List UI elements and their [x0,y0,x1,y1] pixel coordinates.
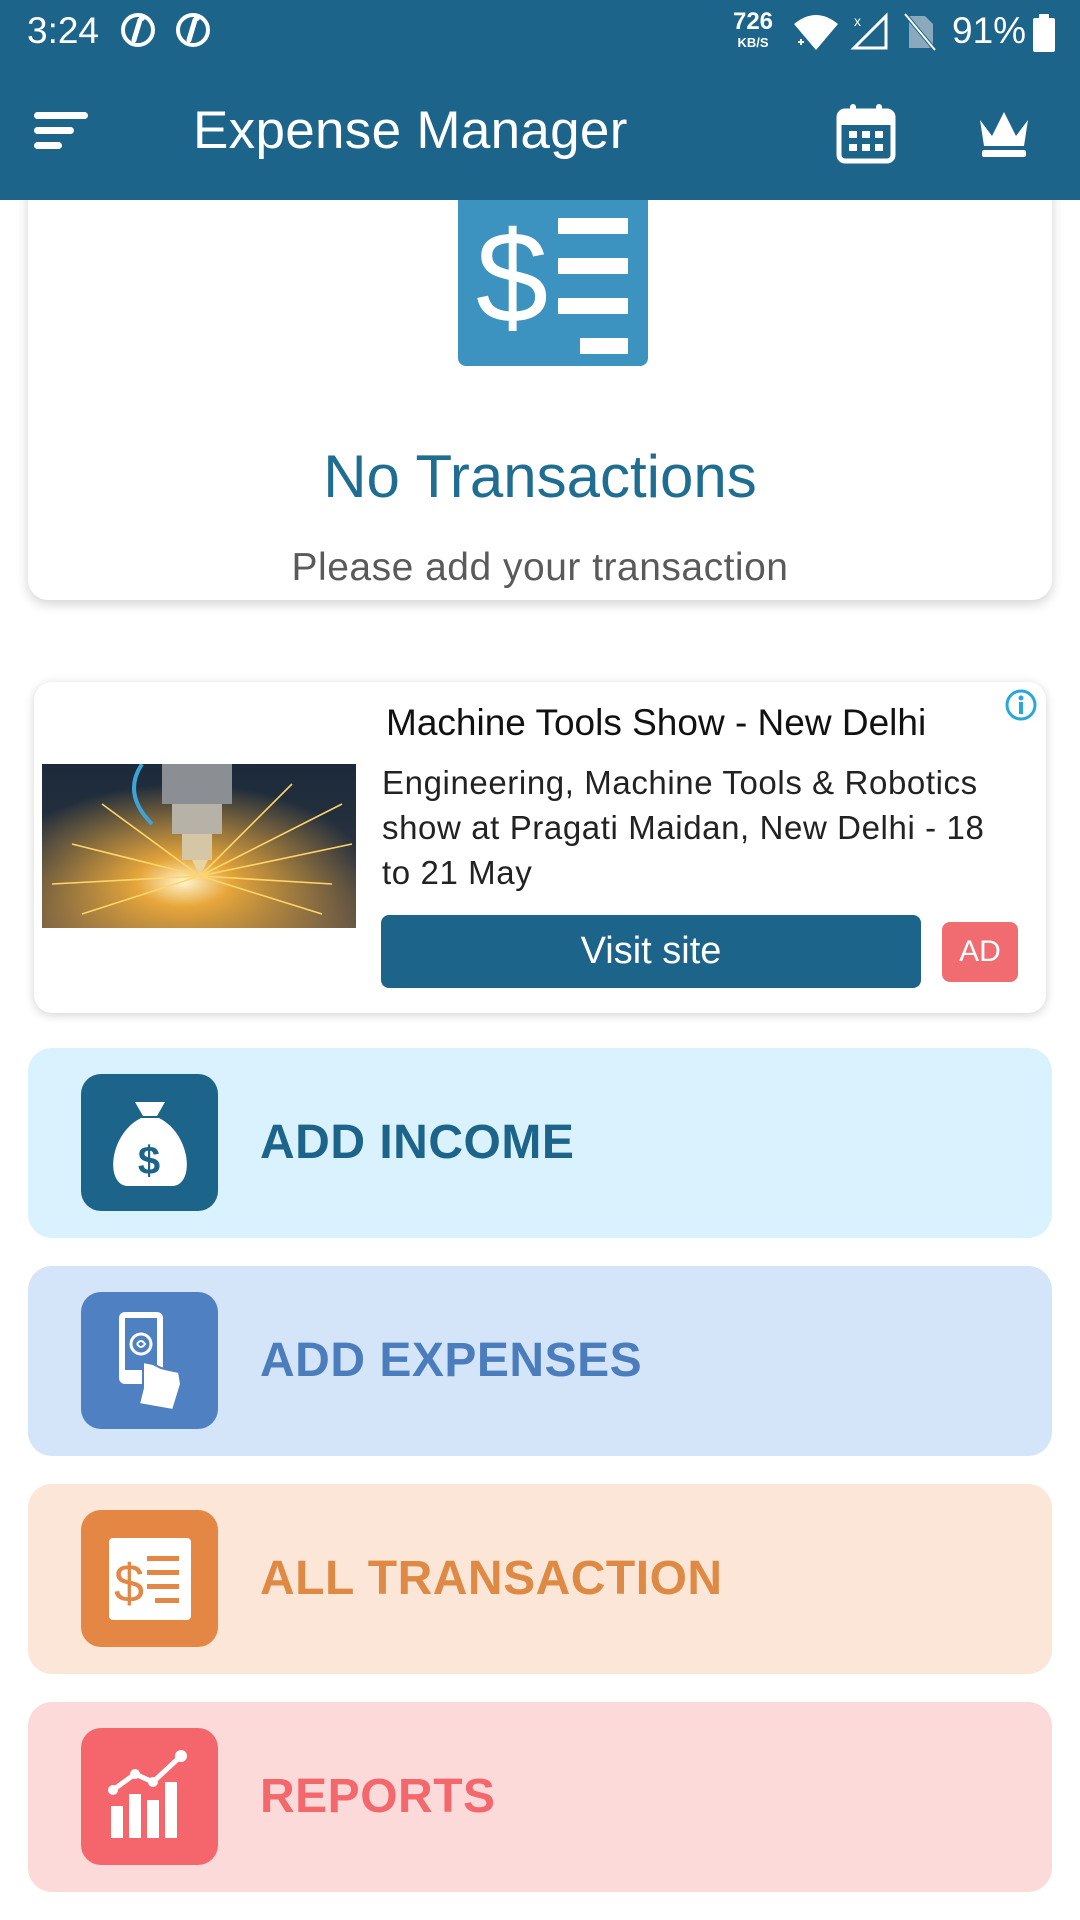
app-title: Expense Manager [193,101,628,160]
svg-text:$: $ [476,204,548,350]
status-time: 3:24 [27,10,100,51]
money-bag-icon: $ [81,1074,218,1211]
info-icon[interactable] [1004,688,1038,722]
svg-text:$: $ [114,1554,144,1614]
ad-card[interactable]: Machine Tools Show - New Delhi Engineeri… [34,682,1046,1013]
network-speed-unit: KB/S [737,35,769,50]
reports-label: REPORTS [260,1770,496,1823]
crown-icon[interactable] [976,108,1032,158]
no-sim-icon [903,12,937,61]
svg-text:x: x [854,13,861,29]
network-speed: 726 KB/S [728,8,778,50]
menu-icon[interactable] [34,106,90,156]
empty-state-card: $ No Transactions Please add your transa… [28,150,1052,600]
hand-bill-icon [81,1292,218,1429]
transaction-list-icon: $ [430,190,676,380]
add-expenses-label: ADD EXPENSES [260,1334,643,1387]
bar-chart-icon [81,1728,218,1865]
add-expenses-button[interactable]: ADD EXPENSES [28,1266,1052,1456]
info-app-icon [120,12,156,57]
visit-site-button[interactable]: Visit site [381,915,921,988]
network-speed-value: 726 [732,8,774,35]
battery-icon [1033,14,1055,61]
calendar-icon[interactable] [836,102,896,164]
signal-icon: x [850,12,890,61]
screen: $ No Transactions Please add your transa… [0,0,1080,1920]
ad-body: Engineering, Machine Tools & Robotics sh… [382,764,985,891]
wifi-icon [792,14,840,61]
ad-badge: AD [942,922,1018,982]
all-transaction-button[interactable]: $ ALL TRANSACTION [28,1484,1052,1674]
add-income-label: ADD INCOME [260,1116,575,1169]
status-bar: 3:24 726 KB/S x 91% [0,0,1080,66]
dollar-list-icon: $ [81,1510,218,1647]
app-bar: Expense Manager [0,66,1080,200]
reports-button[interactable]: REPORTS [28,1702,1052,1892]
empty-state-title: No Transactions [323,443,757,510]
add-income-button[interactable]: $ ADD INCOME [28,1048,1052,1238]
ad-title[interactable]: Machine Tools Show - New Delhi [386,702,926,744]
empty-state-subtitle: Please add your transaction [291,546,789,589]
ad-image[interactable] [42,764,356,928]
svg-text:$: $ [138,1139,160,1183]
top-bar: 3:24 726 KB/S x 91% Expense Manager [0,0,1080,200]
all-transaction-label: ALL TRANSACTION [260,1552,723,1605]
battery-percent: 91% [952,10,1027,51]
info-app-icon [175,12,211,57]
